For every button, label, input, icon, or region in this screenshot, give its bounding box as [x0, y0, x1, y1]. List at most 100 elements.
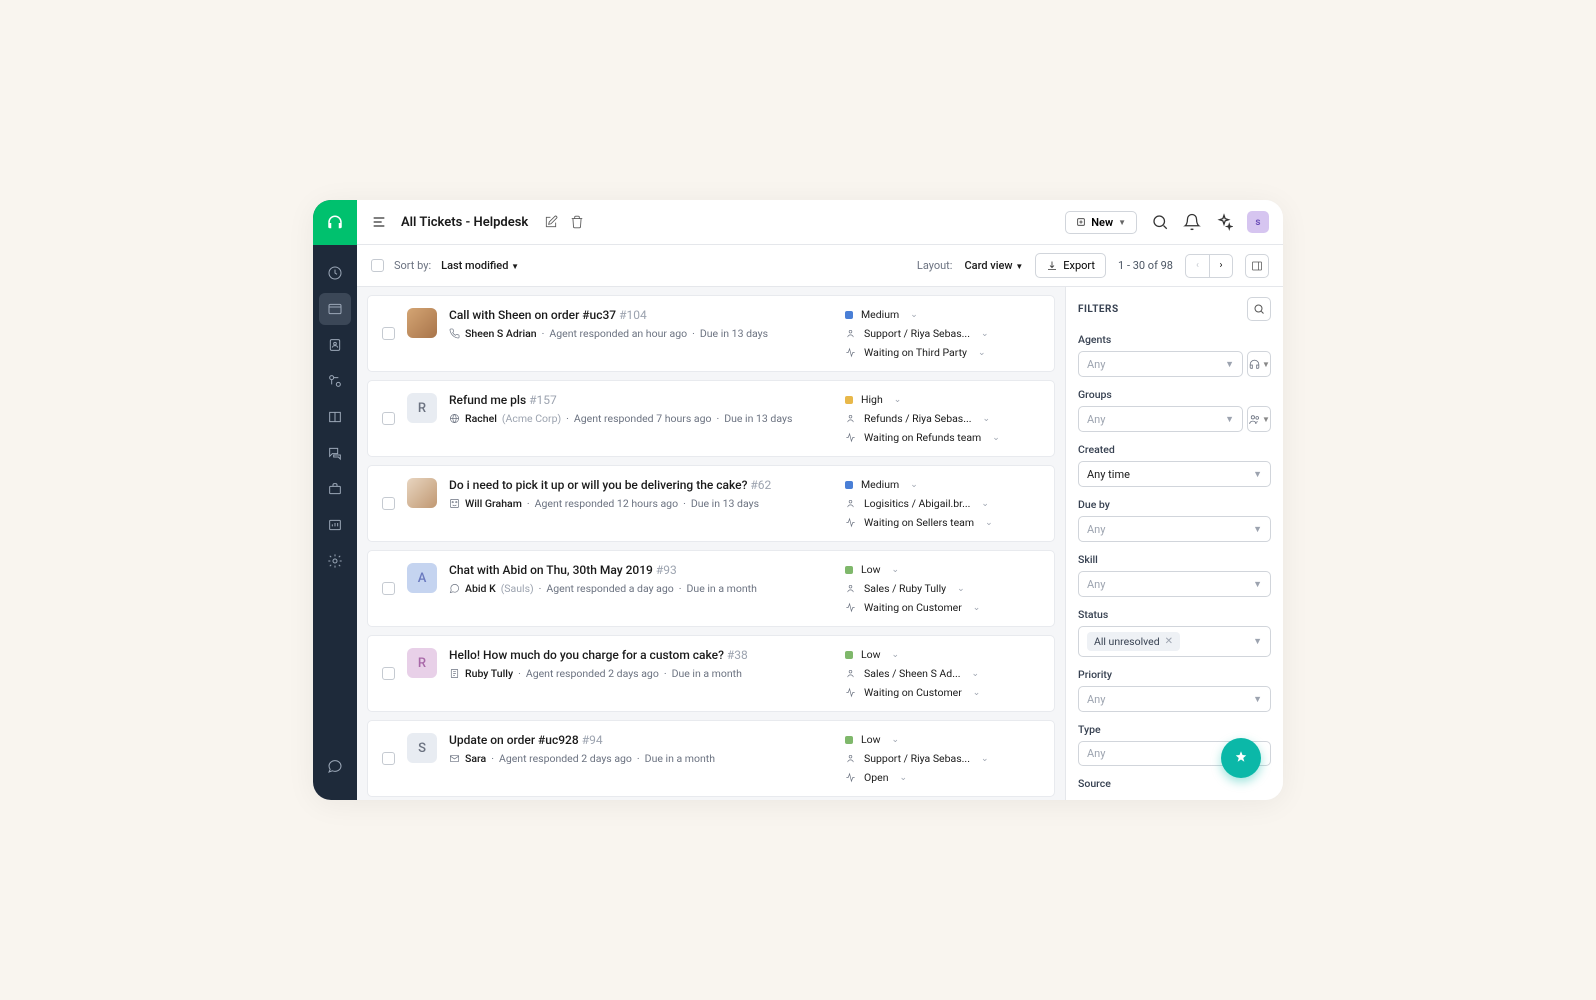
filter-priority-label: Priority [1078, 668, 1271, 681]
status-chip-label: All unresolved [1094, 635, 1160, 648]
ticket-checkbox[interactable] [382, 412, 395, 425]
ticket-avatar: S [407, 733, 437, 763]
ticket-group[interactable]: Support / Riya Sebas...⌄ [845, 752, 1040, 765]
ticket-priority[interactable]: High⌄ [845, 393, 1040, 406]
filter-skill-select[interactable]: Any▼ [1078, 571, 1271, 597]
edit-icon[interactable] [544, 215, 558, 229]
ticket-priority[interactable]: Low⌄ [845, 733, 1040, 746]
filter-priority-select[interactable]: Any▼ [1078, 686, 1271, 712]
ticket-group[interactable]: Sales / Sheen S Ad...⌄ [845, 667, 1040, 680]
ticket-card[interactable]: Do i need to pick it up or will you be d… [367, 465, 1055, 542]
ticket-avatar: R [407, 648, 437, 678]
sidebar-item-automation[interactable] [319, 365, 351, 397]
ticket-group[interactable]: Sales / Ruby Tully⌄ [845, 582, 1040, 595]
prev-page-button[interactable]: ‹ [1185, 254, 1209, 278]
export-button[interactable]: Export [1035, 253, 1106, 278]
ticket-checkbox[interactable] [382, 327, 395, 340]
delete-icon[interactable] [570, 215, 584, 229]
ticket-checkbox[interactable] [382, 582, 395, 595]
filter-groups-select[interactable]: Any▼ [1078, 406, 1243, 432]
header: All Tickets - Helpdesk New ▼ s [357, 200, 1283, 245]
pagination-text: 1 - 30 of 98 [1118, 259, 1173, 272]
status-chip-remove[interactable]: ✕ [1165, 636, 1173, 647]
ticket-status[interactable]: Waiting on Sellers team⌄ [845, 516, 1040, 529]
ticket-card[interactable]: S Update on order #uc928 #94 Sara · Agen… [367, 720, 1055, 797]
ticket-title: Call with Sheen on order #uc37 #104 [449, 308, 833, 322]
filter-type-label: Type [1078, 723, 1271, 736]
ticket-group[interactable]: Refunds / Riya Sebas...⌄ [845, 412, 1040, 425]
ticket-card[interactable]: A Chat with Abid on Thu, 30th May 2019 #… [367, 550, 1055, 627]
status-chip: All unresolved ✕ [1087, 632, 1180, 651]
ticket-checkbox[interactable] [382, 752, 395, 765]
ticket-priority[interactable]: Low⌄ [845, 648, 1040, 661]
filter-dueby-select[interactable]: Any▼ [1078, 516, 1271, 542]
sidebar [313, 200, 357, 800]
ticket-priority[interactable]: Medium⌄ [845, 308, 1040, 321]
next-page-button[interactable]: › [1209, 254, 1233, 278]
filter-skill-label: Skill [1078, 553, 1271, 566]
ticket-group[interactable]: Logisitics / Abigail.br...⌄ [845, 497, 1040, 510]
layout-label: Layout: [917, 259, 953, 272]
ticket-priority[interactable]: Medium⌄ [845, 478, 1040, 491]
fab-button[interactable] [1221, 738, 1261, 778]
ticket-avatar: A [407, 563, 437, 593]
tickets-list: Call with Sheen on order #uc37 #104 Shee… [357, 287, 1065, 800]
sidebar-item-solutions[interactable] [319, 401, 351, 433]
filter-created-label: Created [1078, 443, 1271, 456]
sidebar-item-contacts[interactable] [319, 329, 351, 361]
filter-status-select[interactable]: All unresolved ✕ ▼ [1078, 626, 1271, 657]
ticket-status[interactable]: Waiting on Customer⌄ [845, 601, 1040, 614]
filters-search-button[interactable] [1247, 297, 1271, 321]
ticket-meta: Sara · Agent responded 2 days ago · Due … [449, 752, 833, 765]
ticket-checkbox[interactable] [382, 667, 395, 680]
sparkle-icon[interactable] [1215, 213, 1233, 231]
ticket-card[interactable]: R Refund me pls #157 Rachel (Acme Corp) … [367, 380, 1055, 457]
sidebar-item-chat[interactable] [319, 750, 351, 782]
filter-groups-label: Groups [1078, 388, 1271, 401]
sidebar-item-forum[interactable] [319, 437, 351, 469]
search-icon[interactable] [1151, 213, 1169, 231]
layout-dropdown[interactable]: Card view ▼ [964, 259, 1023, 272]
notifications-icon[interactable] [1183, 213, 1201, 231]
ticket-title: Hello! How much do you charge for a cust… [449, 648, 833, 662]
filter-status-label: Status [1078, 608, 1271, 621]
ticket-status[interactable]: Waiting on Customer⌄ [845, 686, 1040, 699]
ticket-avatar [407, 308, 437, 338]
ticket-status[interactable]: Waiting on Third Party⌄ [845, 346, 1040, 359]
new-button[interactable]: New ▼ [1065, 211, 1137, 234]
ticket-card[interactable]: Call with Sheen on order #uc37 #104 Shee… [367, 295, 1055, 372]
filter-agents-headset-button[interactable]: ▼ [1247, 351, 1271, 377]
page-title: All Tickets - Helpdesk [401, 215, 528, 230]
filter-created-select[interactable]: Any time▼ [1078, 461, 1271, 487]
sort-dropdown[interactable]: Last modified ▼ [441, 259, 519, 272]
panel-toggle-button[interactable] [1245, 254, 1269, 278]
ticket-checkbox[interactable] [382, 497, 395, 510]
ticket-meta: Sheen S Adrian · Agent responded an hour… [449, 327, 833, 340]
ticket-avatar: R [407, 393, 437, 423]
sidebar-item-tickets[interactable] [319, 293, 351, 325]
ticket-status[interactable]: Open⌄ [845, 771, 1040, 784]
sidebar-item-settings[interactable] [319, 545, 351, 577]
filter-agents-select[interactable]: Any▼ [1078, 351, 1243, 377]
app-logo[interactable] [313, 200, 357, 245]
sort-label: Sort by: [394, 259, 431, 272]
sidebar-item-briefcase[interactable] [319, 473, 351, 505]
filters-panel: FILTERS Agents Any▼ ▼ Groups Any▼ [1065, 287, 1283, 800]
ticket-status[interactable]: Waiting on Refunds team⌄ [845, 431, 1040, 444]
ticket-meta: Abid K (Sauls) · Agent responded a day a… [449, 582, 833, 595]
ticket-meta: Rachel (Acme Corp) · Agent responded 7 h… [449, 412, 833, 425]
ticket-group[interactable]: Support / Riya Sebas...⌄ [845, 327, 1040, 340]
ticket-card[interactable]: R Hello! How much do you charge for a cu… [367, 635, 1055, 712]
menu-icon[interactable] [371, 214, 387, 230]
ticket-title: Refund me pls #157 [449, 393, 833, 407]
sidebar-item-dashboard[interactable] [319, 257, 351, 289]
user-avatar[interactable]: s [1247, 211, 1269, 233]
sidebar-item-analytics[interactable] [319, 509, 351, 541]
main: All Tickets - Helpdesk New ▼ s [357, 200, 1283, 800]
ticket-priority[interactable]: Low⌄ [845, 563, 1040, 576]
ticket-title: Update on order #uc928 #94 [449, 733, 833, 747]
filter-groups-people-button[interactable]: ▼ [1247, 406, 1271, 432]
filter-agents-label: Agents [1078, 333, 1271, 346]
filter-dueby-label: Due by [1078, 498, 1271, 511]
select-all-checkbox[interactable] [371, 259, 384, 272]
